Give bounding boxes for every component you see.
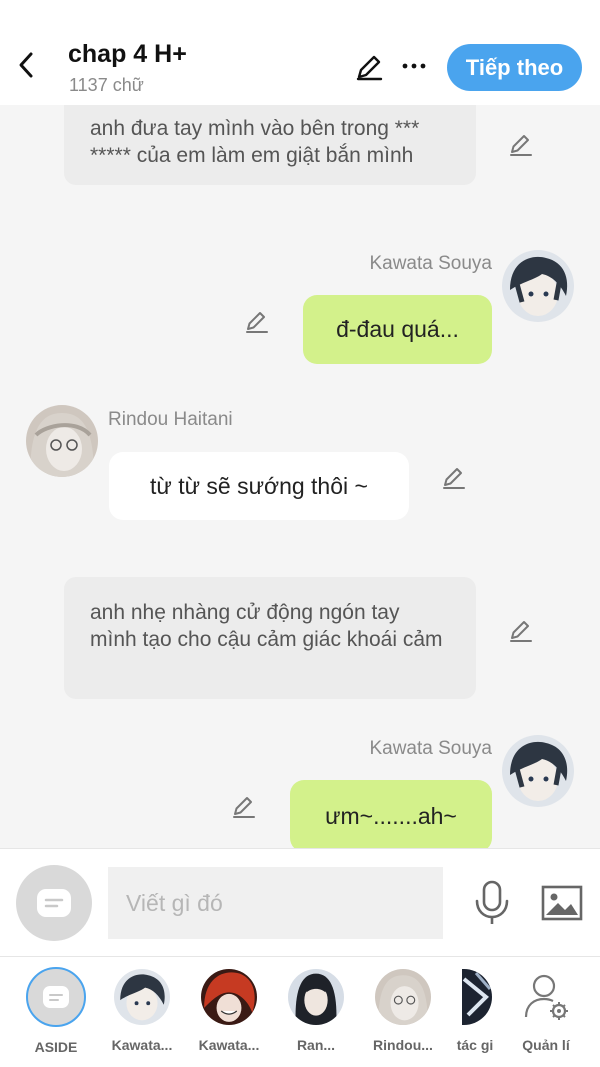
avatar[interactable] xyxy=(502,735,574,807)
word-count: 1137 chữ xyxy=(69,75,144,95)
message-text: đ-đau quá... xyxy=(336,316,459,342)
next-button[interactable]: Tiếp theo xyxy=(447,44,582,91)
edit-message-button[interactable] xyxy=(440,463,468,491)
character-bar: ASIDE Kawata... Kawata... Ran... Rindou.… xyxy=(0,956,600,1067)
user-settings-icon xyxy=(524,974,568,1020)
character-item-author[interactable]: tác gi xyxy=(436,969,514,1053)
manage-label: Quản lí xyxy=(522,1037,570,1053)
aside-avatar xyxy=(26,967,86,1027)
message-text: ưm~.......ah~ xyxy=(325,802,457,829)
back-icon xyxy=(19,52,33,78)
pencil-icon xyxy=(443,468,465,489)
narration-text: anh nhẹ nhàng cử động ngón tay mình tạo … xyxy=(90,601,443,651)
character-label: Ran... xyxy=(296,1037,336,1053)
pencil-icon xyxy=(510,621,532,642)
more-button[interactable] xyxy=(400,54,428,78)
pencil-icon xyxy=(510,135,532,156)
message-bubble-right[interactable]: đ-đau quá... xyxy=(303,295,492,364)
message-icon xyxy=(43,986,69,1008)
character-label: Rindou... xyxy=(373,1037,433,1053)
character-label: Kawata... xyxy=(111,1037,173,1053)
story-title: chap 4 H+ xyxy=(68,40,187,68)
edit-message-button[interactable] xyxy=(507,616,535,644)
image-button[interactable] xyxy=(540,883,584,923)
speaker-name: Kawata Souya xyxy=(369,738,492,759)
character-item-kawata-2[interactable]: Kawata... xyxy=(190,969,268,1053)
edit-message-button[interactable] xyxy=(230,792,258,820)
chat-area[interactable]: anh đưa tay mình vào bên trong *** *****… xyxy=(0,105,600,848)
character-label: Kawata... xyxy=(198,1037,260,1053)
character-label: tác gi xyxy=(456,1037,494,1053)
mic-icon xyxy=(475,880,509,924)
pencil-icon xyxy=(356,55,383,81)
avatar[interactable] xyxy=(26,405,98,477)
narration-text: anh đưa tay mình vào bên trong *** *****… xyxy=(90,117,420,167)
character-label: ASIDE xyxy=(34,1039,78,1055)
edit-title-button[interactable] xyxy=(354,52,384,82)
avatar xyxy=(114,969,170,1025)
avatar xyxy=(288,969,344,1025)
pencil-icon xyxy=(233,797,255,818)
avatar xyxy=(201,969,257,1025)
character-item-rindou[interactable]: Rindou... xyxy=(364,969,442,1053)
manage-icon-wrap xyxy=(518,969,574,1025)
manage-button[interactable]: Quản lí xyxy=(508,969,584,1053)
back-button[interactable] xyxy=(14,50,40,80)
voice-button[interactable] xyxy=(472,879,512,927)
character-item-kawata-1[interactable]: Kawata... xyxy=(103,969,181,1053)
character-item-aside[interactable]: ASIDE xyxy=(17,967,95,1055)
avatar xyxy=(462,969,492,1025)
speaker-name: Rindou Haitani xyxy=(108,409,233,430)
more-icon xyxy=(402,63,426,69)
character-item-ran[interactable]: Ran... xyxy=(277,969,355,1053)
message-text: từ từ sẽ sướng thôi ~ xyxy=(150,472,368,499)
edit-message-button[interactable] xyxy=(507,130,535,158)
pencil-icon xyxy=(246,312,268,333)
message-bubble-right[interactable]: ưm~.......ah~ xyxy=(290,780,492,848)
avatar xyxy=(375,969,431,1025)
top-bar: chap 4 H+ 1137 chữ Tiếp theo xyxy=(0,0,600,105)
avatar[interactable] xyxy=(502,250,574,322)
edit-message-button[interactable] xyxy=(243,307,271,335)
narration-message[interactable]: anh nhẹ nhàng cử động ngón tay mình tạo … xyxy=(64,577,476,699)
message-bubble-left[interactable]: từ từ sẽ sướng thôi ~ xyxy=(109,452,409,520)
speaker-name: Kawata Souya xyxy=(369,253,492,274)
image-icon xyxy=(541,885,583,921)
composer xyxy=(0,848,600,956)
message-input[interactable] xyxy=(108,867,443,939)
aside-toggle-button[interactable] xyxy=(16,865,92,941)
message-icon xyxy=(37,889,71,917)
narration-message[interactable]: anh đưa tay mình vào bên trong *** *****… xyxy=(64,105,476,185)
